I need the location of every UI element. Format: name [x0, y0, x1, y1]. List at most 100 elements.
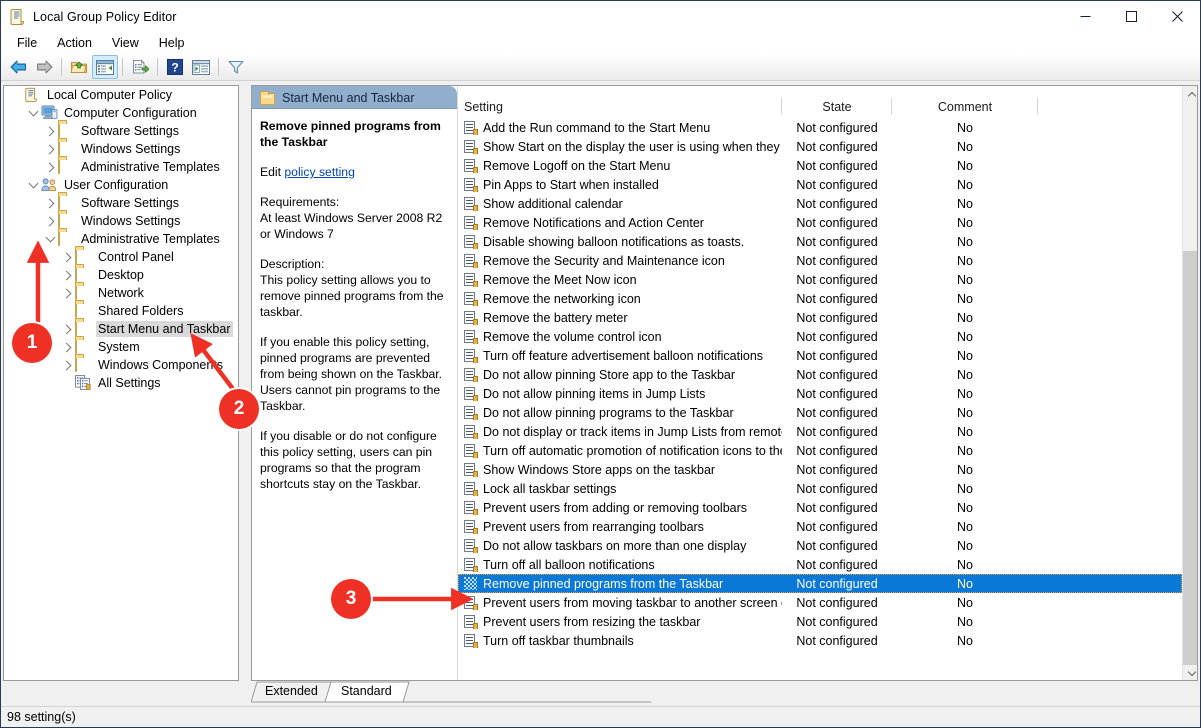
- forward-button[interactable]: [31, 55, 57, 79]
- tree-item-local-computer-policy[interactable]: Local Computer Policy: [4, 86, 238, 104]
- maximize-button[interactable]: [1108, 1, 1154, 32]
- tree-twisty[interactable]: [59, 303, 75, 319]
- policy-setting-icon: [464, 424, 478, 439]
- column-header-comment[interactable]: Comment: [892, 96, 1038, 118]
- show-hide-tree-button[interactable]: [92, 55, 118, 79]
- table-row[interactable]: Remove Notifications and Action Center No…: [458, 213, 1182, 232]
- tree-twisty[interactable]: [42, 141, 58, 157]
- cell-comment: No: [957, 405, 973, 420]
- settings-list: Setting State Comment Add the Run comman…: [458, 86, 1197, 680]
- table-row[interactable]: Add the Run command to the Start Menu Not…: [458, 118, 1182, 137]
- minimize-button[interactable]: [1062, 1, 1108, 32]
- setting-name: Remove the battery meter: [483, 310, 628, 325]
- scroll-down-button[interactable]: [1183, 665, 1197, 680]
- tree-item-software-settings[interactable]: Software Settings: [4, 122, 238, 140]
- tree-item-desktop[interactable]: Desktop: [4, 266, 238, 284]
- table-row[interactable]: Remove the battery meter Not configured No: [458, 308, 1182, 327]
- tree-item-software-settings[interactable]: Software Settings: [4, 194, 238, 212]
- table-row[interactable]: Show additional calendar Not configured No: [458, 194, 1182, 213]
- tree-item-windows-settings[interactable]: Windows Settings: [4, 140, 238, 158]
- scrollbar-thumb[interactable]: [1183, 251, 1197, 665]
- tree-twisty[interactable]: [59, 321, 75, 337]
- table-row[interactable]: Remove the Meet Now icon Not configured No: [458, 270, 1182, 289]
- policy-setting-link[interactable]: policy setting: [284, 165, 354, 179]
- table-row[interactable]: Remove the volume control icon Not config…: [458, 327, 1182, 346]
- table-row[interactable]: Remove the Security and Maintenance icon…: [458, 251, 1182, 270]
- tree-item-windows-settings[interactable]: Windows Settings: [4, 212, 238, 230]
- filter-button[interactable]: [223, 55, 249, 79]
- column-header-setting[interactable]: Setting: [458, 96, 782, 118]
- scroll-up-button[interactable]: [1183, 86, 1197, 103]
- tree-twisty[interactable]: [25, 177, 41, 193]
- cell-state: Not configured: [796, 139, 878, 154]
- menu-view[interactable]: View: [102, 33, 149, 54]
- tree-twisty[interactable]: [42, 213, 58, 229]
- folder-icon: [75, 302, 77, 318]
- tree-item-administrative-templates[interactable]: Administrative Templates: [4, 230, 238, 248]
- table-row[interactable]: Do not allow pinning Store app to the Ta…: [458, 365, 1182, 384]
- table-row[interactable]: Pin Apps to Start when installed Not conf…: [458, 175, 1182, 194]
- menu-action[interactable]: Action: [47, 33, 102, 54]
- table-row[interactable]: Prevent users from adding or removing to…: [458, 498, 1182, 517]
- tree-item-computer-configuration[interactable]: Computer Configuration: [4, 104, 238, 122]
- tree-twisty[interactable]: [25, 105, 41, 121]
- help-button[interactable]: ?: [162, 55, 188, 79]
- requirements-block: Requirements: At least Windows Server 20…: [260, 194, 447, 242]
- policy-setting-icon: [464, 557, 478, 572]
- table-row[interactable]: Turn off feature advertisement balloon n…: [458, 346, 1182, 365]
- list-scrollbar[interactable]: [1182, 86, 1197, 680]
- menu-help[interactable]: Help: [149, 33, 195, 54]
- policy-setting-icon: [464, 215, 478, 230]
- menu-file[interactable]: File: [7, 33, 47, 54]
- up-one-level-button[interactable]: [66, 55, 92, 79]
- close-button[interactable]: [1154, 1, 1200, 32]
- table-row[interactable]: Remove the networking icon Not configured…: [458, 289, 1182, 308]
- table-row[interactable]: Prevent users from resizing the taskbar N…: [458, 612, 1182, 631]
- toolbar-separator: [122, 58, 123, 76]
- console-tree-panel[interactable]: Local Computer Policy Computer Configurat…: [3, 85, 239, 681]
- tree-twisty[interactable]: [59, 339, 75, 355]
- table-row[interactable]: Remove pinned programs from the Taskbar N…: [458, 574, 1182, 593]
- properties-button[interactable]: [188, 55, 214, 79]
- edit-label: Edit: [260, 165, 282, 179]
- tree-twisty[interactable]: [42, 159, 58, 175]
- table-row[interactable]: Lock all taskbar settings Not configured N…: [458, 479, 1182, 498]
- tree-twisty[interactable]: [59, 375, 75, 391]
- tab-extended[interactable]: Extended: [265, 684, 318, 698]
- tree-twisty[interactable]: [42, 123, 58, 139]
- table-row[interactable]: Remove Logoff on the Start Menu Not confi…: [458, 156, 1182, 175]
- tree-twisty[interactable]: [8, 87, 24, 103]
- table-row[interactable]: Do not display or track items in Jump Li…: [458, 422, 1182, 441]
- tree-twisty[interactable]: [42, 195, 58, 211]
- tab-standard[interactable]: Standard: [341, 684, 392, 698]
- tree-twisty[interactable]: [59, 249, 75, 265]
- tree-twisty[interactable]: [42, 231, 58, 247]
- table-row[interactable]: Do not allow pinning items in Jump Lists…: [458, 384, 1182, 403]
- tree-item-all-settings[interactable]: All Settings: [4, 374, 238, 392]
- setting-name: Pin Apps to Start when installed: [483, 177, 659, 192]
- table-row[interactable]: Show Start on the display the user is us…: [458, 137, 1182, 156]
- tree-item-shared-folders[interactable]: Shared Folders: [4, 302, 238, 320]
- tree-item-administrative-templates[interactable]: Administrative Templates: [4, 158, 238, 176]
- export-list-button[interactable]: [127, 55, 153, 79]
- setting-name: Remove the networking icon: [483, 291, 641, 306]
- table-row[interactable]: Turn off automatic promotion of notifica…: [458, 441, 1182, 460]
- tree-item-network[interactable]: Network: [4, 284, 238, 302]
- tree-item-user-configuration[interactable]: User Configuration: [4, 176, 238, 194]
- tree-twisty[interactable]: [59, 267, 75, 283]
- setting-name: Remove pinned programs from the Taskbar: [483, 576, 724, 591]
- table-row[interactable]: Turn off all balloon notifications Not co…: [458, 555, 1182, 574]
- table-row[interactable]: Prevent users from rearranging toolbars N…: [458, 517, 1182, 536]
- table-row[interactable]: Turn off taskbar thumbnails Not configure…: [458, 631, 1182, 650]
- tree-twisty[interactable]: [59, 285, 75, 301]
- tree-item-control-panel[interactable]: Control Panel: [4, 248, 238, 266]
- table-row[interactable]: Show Windows Store apps on the taskbar No…: [458, 460, 1182, 479]
- tree-item-label: Computer Configuration: [64, 106, 197, 120]
- table-row[interactable]: Do not allow taskbars on more than one d…: [458, 536, 1182, 555]
- table-row[interactable]: Do not allow pinning programs to the Tas…: [458, 403, 1182, 422]
- table-row[interactable]: Prevent users from moving taskbar to ano…: [458, 593, 1182, 612]
- tree-twisty[interactable]: [59, 357, 75, 373]
- back-button[interactable]: [5, 55, 31, 79]
- column-header-state[interactable]: State: [782, 96, 892, 118]
- table-row[interactable]: Disable showing balloon notifications as…: [458, 232, 1182, 251]
